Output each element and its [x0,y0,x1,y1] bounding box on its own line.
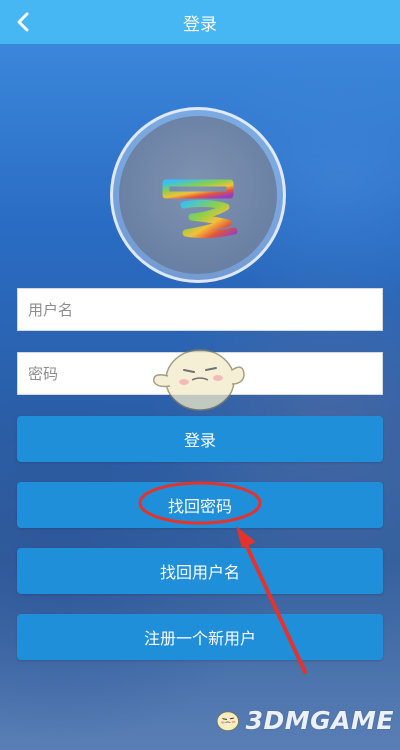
find-username-button[interactable]: 找回用户名 [17,548,383,594]
find-username-button-label: 找回用户名 [159,563,240,582]
find-password-button[interactable]: 找回密码 [17,482,383,528]
back-button[interactable] [6,0,40,44]
chevron-left-icon [17,12,29,32]
register-button[interactable]: 注册一个新用户 [17,614,383,660]
page-title: 登录 [183,14,217,35]
app-logo-icon [158,155,238,239]
login-button-label: 登录 [183,431,216,450]
username-input[interactable] [17,288,383,331]
watermark-mascot-icon [216,711,239,732]
register-button-label: 注册一个新用户 [143,629,256,648]
title-bar: 登录 [0,0,400,44]
watermark-text: 3DMGAME [245,705,394,735]
find-password-button-label: 找回密码 [167,497,232,516]
app-logo [110,107,286,283]
watermark: 3DMGAME [214,698,394,742]
login-button[interactable]: 登录 [17,416,383,462]
password-input[interactable] [17,352,383,395]
logo-badge [119,116,277,274]
